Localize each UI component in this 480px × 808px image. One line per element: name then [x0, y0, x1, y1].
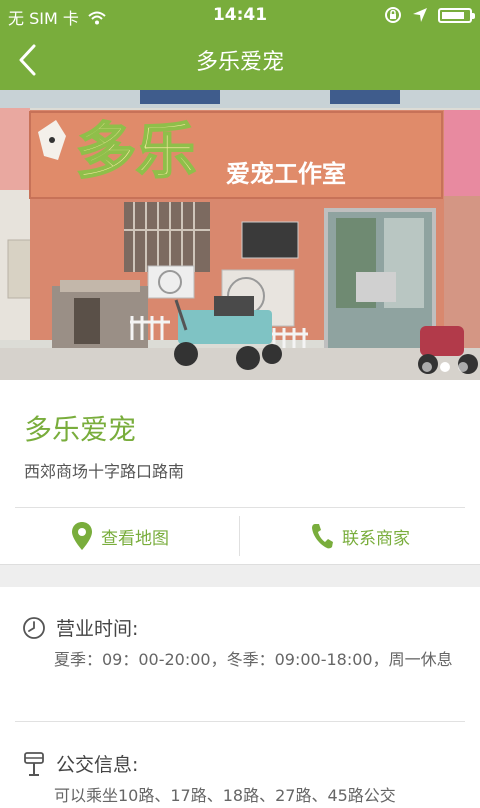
bus-text: 可以乘坐10路、17路、18路、27路、45路公交	[54, 786, 396, 805]
map-pin-icon	[72, 522, 92, 550]
battery-icon	[438, 7, 475, 23]
carousel-dot[interactable]	[440, 362, 450, 372]
sign-small-text: 爱宠工作室	[226, 160, 346, 188]
page-title: 多乐爱宠	[195, 50, 284, 75]
status-bar: 无 SIM 卡 14:41	[0, 0, 480, 30]
status-icons	[384, 6, 475, 24]
rotation-lock-icon	[385, 7, 401, 23]
hours-text: 夏季：09：00-20:00，冬季：09:00-18:00，周一休息	[54, 650, 453, 669]
contact-merchant-button[interactable]: 联系商家	[240, 508, 480, 564]
bus-heading: 公交信息:	[22, 750, 138, 777]
divider	[15, 721, 465, 722]
view-map-button[interactable]: 查看地图	[0, 508, 240, 564]
carousel-dot[interactable]	[422, 362, 432, 372]
hours-heading-label: 营业时间:	[56, 618, 139, 640]
view-map-label: 查看地图	[101, 528, 169, 549]
contact-merchant-label: 联系商家	[342, 528, 410, 549]
shop-name: 多乐爱宠	[24, 413, 137, 446]
section-gap	[0, 564, 480, 587]
sign-big-text: 多乐	[76, 117, 196, 187]
store-photo-carousel[interactable]: 多乐 爱宠工作室	[0, 90, 480, 380]
bus-stop-icon	[24, 751, 44, 776]
bus-heading-label: 公交信息:	[56, 754, 139, 776]
carousel-dot[interactable]	[458, 362, 468, 372]
navigation-bar: 多乐爱宠	[0, 30, 480, 90]
storefront-photo: 多乐 爱宠工作室	[0, 90, 480, 380]
battery-fill	[442, 11, 465, 19]
shop-address: 西郊商场十字路口路南	[24, 462, 185, 481]
location-arrow-icon	[413, 8, 427, 22]
phone-icon	[312, 524, 333, 549]
carousel-indicator[interactable]	[422, 362, 468, 372]
clock-icon	[23, 616, 45, 639]
hours-heading: 营业时间:	[22, 614, 138, 641]
